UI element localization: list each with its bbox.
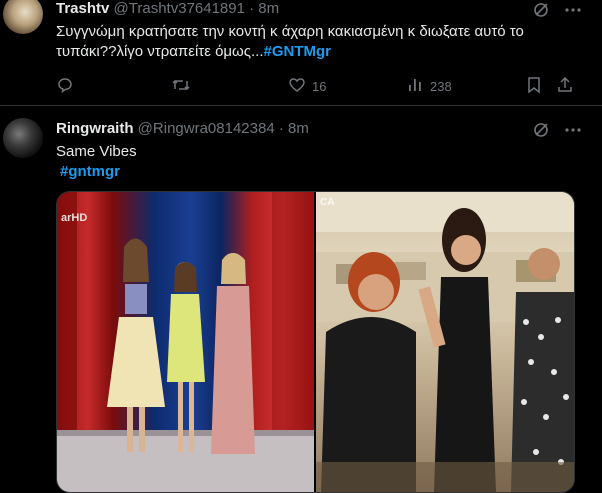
- views-bar-icon: [406, 76, 424, 97]
- tweet-text: Συγγνώμη κρατήσατε την κοντή κ άχαρη κακ…: [56, 22, 576, 62]
- reply-button[interactable]: [56, 76, 74, 97]
- heart-icon: [288, 76, 306, 97]
- like-button[interactable]: 16: [288, 76, 326, 97]
- author-name[interactable]: Ringwraith: [56, 120, 134, 137]
- separator: ·: [278, 120, 284, 137]
- avatar[interactable]: [3, 0, 43, 34]
- view-count: 238: [430, 79, 452, 94]
- media-grid: arHD CA: [56, 191, 575, 493]
- retweet-button[interactable]: [171, 76, 191, 97]
- media-image-left[interactable]: arHD: [57, 192, 314, 492]
- hashtag-link[interactable]: #GNTMgr: [264, 43, 332, 60]
- grok-slash-icon[interactable]: [532, 1, 550, 24]
- header-icons: [532, 121, 582, 144]
- share-button[interactable]: [556, 76, 574, 97]
- author-handle[interactable]: @Ringwra08142384: [138, 120, 275, 137]
- author-handle[interactable]: @Trashtv37641891: [114, 0, 245, 17]
- retweet-icon: [171, 76, 191, 97]
- like-count: 16: [312, 79, 327, 94]
- reply-bubble-icon: [56, 76, 74, 97]
- media-image-right[interactable]: CA: [316, 192, 574, 492]
- share-upload-icon: [556, 76, 574, 97]
- author-name[interactable]: Trashtv: [56, 0, 109, 17]
- timestamp[interactable]: 8m: [288, 120, 309, 137]
- tweet[interactable]: Trashtv @Trashtv37641891 · 8m Συγγνώμη κ…: [0, 0, 602, 106]
- tweet-text: Same Vibes #gntmgr: [56, 142, 137, 182]
- bookmark-icon: [526, 76, 542, 97]
- hashtag-link[interactable]: #gntmgr: [60, 163, 120, 180]
- header-icons: [532, 1, 582, 24]
- tweet-body: Same Vibes: [56, 143, 137, 160]
- grok-slash-icon[interactable]: [532, 121, 550, 144]
- timestamp[interactable]: 8m: [258, 0, 279, 17]
- bookmark-button[interactable]: [526, 76, 542, 97]
- tweet-header: Trashtv @Trashtv37641891 · 8m: [56, 0, 279, 20]
- tweet-actions: 16 238: [56, 76, 576, 96]
- channel-logo: arHD: [61, 212, 88, 224]
- separator: ·: [249, 0, 255, 17]
- views-button[interactable]: 238: [406, 76, 452, 97]
- tweet[interactable]: Ringwraith @Ringwra08142384 · 8m Same Vi…: [0, 106, 602, 493]
- more-dots-icon[interactable]: [564, 121, 582, 144]
- channel-logo: CA: [320, 197, 335, 208]
- more-dots-icon[interactable]: [564, 1, 582, 24]
- tweet-header: Ringwraith @Ringwra08142384 · 8m: [56, 120, 309, 140]
- avatar[interactable]: [3, 118, 43, 158]
